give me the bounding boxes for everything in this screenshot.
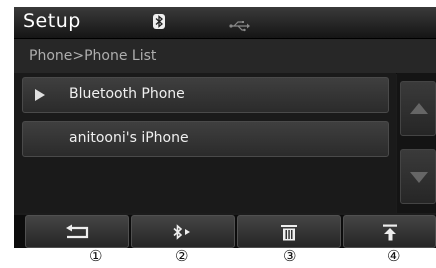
callout-2: ② [175,247,189,265]
list-item-label: Bluetooth Phone [69,86,185,102]
list-item-iphone[interactable]: anitooni's iPhone [22,121,389,157]
bluetooth-icon [153,14,165,29]
back-icon [66,224,89,239]
bottom-toolbar [14,215,436,248]
callout-3: ③ [283,247,297,265]
move-to-top-button[interactable] [343,215,436,248]
bluetooth-connect-button[interactable] [131,215,235,248]
scroll-up-button[interactable] [400,81,436,136]
callout-1: ① [89,247,103,265]
phone-list: Bluetooth Phone anitooni's iPhone [14,73,396,213]
usb-icon [229,17,251,36]
breadcrumb-text: Phone>Phone List [29,48,157,64]
play-icon [35,89,45,101]
scroll-panel [397,73,436,213]
breadcrumb: Phone>Phone List [14,39,436,74]
scroll-down-button[interactable] [400,149,436,204]
scroll-down-icon [410,172,428,183]
list-item-label: anitooni's iPhone [69,130,189,146]
list-item-bluetooth-phone[interactable]: Bluetooth Phone [22,77,389,113]
scroll-up-icon [410,103,428,114]
bluetooth-connect-icon [173,224,190,240]
back-button[interactable] [25,215,129,248]
move-top-icon [382,224,397,241]
page-title: Setup [23,10,81,32]
delete-button[interactable] [237,215,341,248]
callout-4: ④ [387,247,401,265]
delete-icon [281,225,297,241]
header-bar: Setup [14,7,436,39]
setup-screen: Setup Phone>Phone List Bluetooth Phone a… [14,7,436,248]
